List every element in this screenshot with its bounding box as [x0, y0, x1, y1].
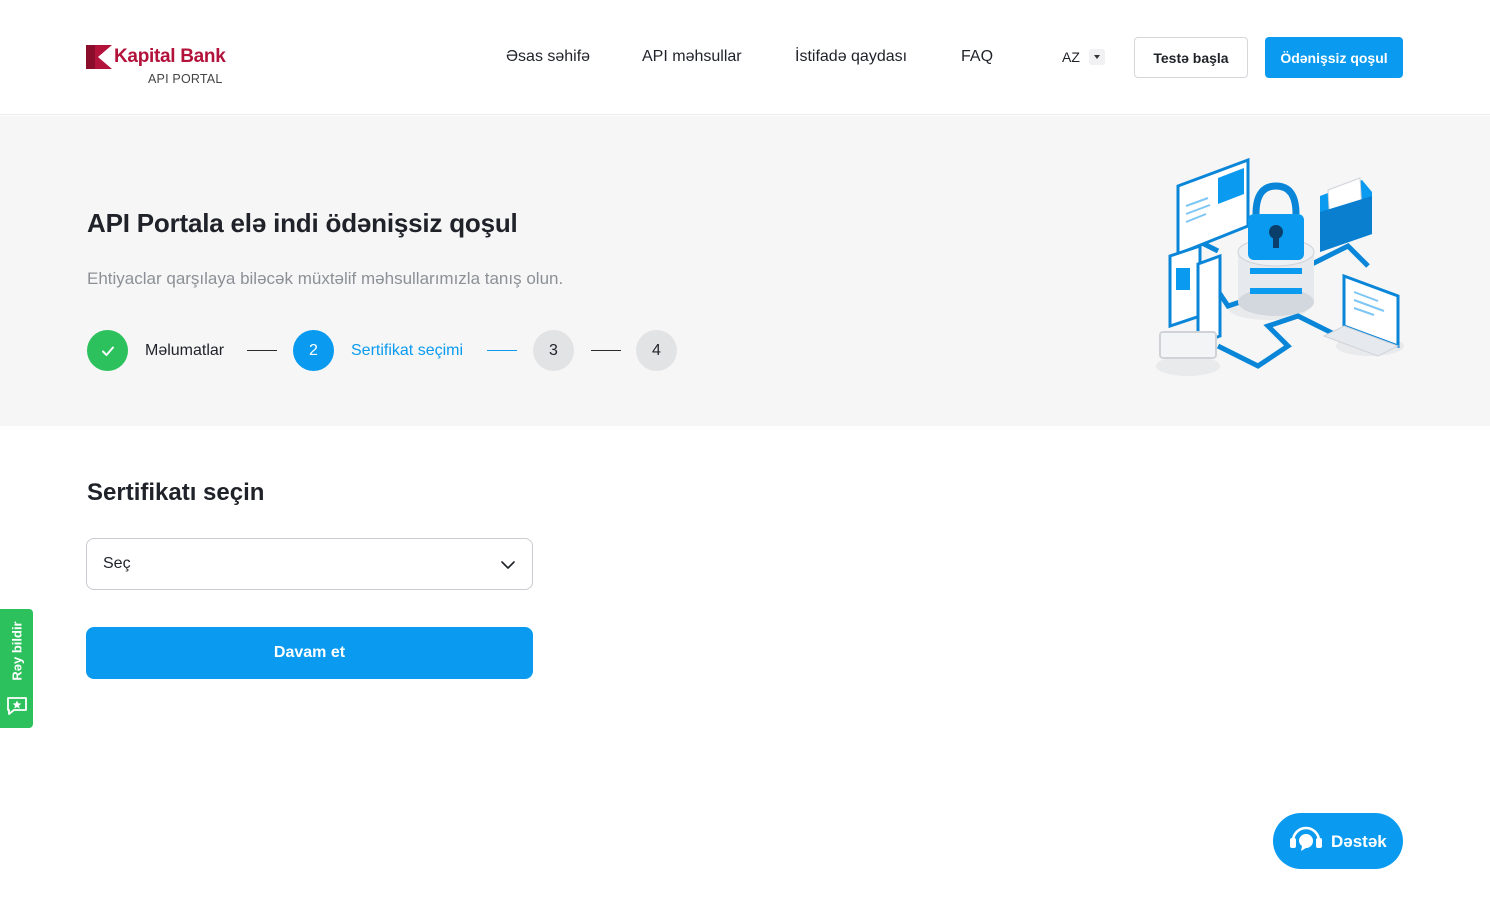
site-header: Kapital Bank API PORTAL Əsas səhifə API …	[0, 0, 1490, 115]
caret-down-icon	[1088, 49, 1105, 65]
step-1-label: Məlumatlar	[145, 342, 225, 359]
continue-button[interactable]: Davam et	[86, 627, 533, 679]
nav-item-usage-rules[interactable]: İstifadə qaydası	[795, 48, 907, 66]
language-label: AZ	[1062, 49, 1080, 65]
step-3-number: 3	[549, 341, 558, 359]
kapital-bank-logo[interactable]: Kapital Bank API PORTAL	[86, 44, 226, 88]
nav-item-home[interactable]: Əsas səhifə	[506, 48, 590, 66]
step-3: 3	[533, 330, 574, 371]
step-connector	[591, 350, 621, 351]
step-4-number: 4	[652, 341, 661, 359]
support-button[interactable]: Dəstək	[1273, 813, 1403, 869]
feedback-tab[interactable]: Rəy bildir	[0, 609, 33, 728]
free-signup-button[interactable]: Ödənişsiz qoşul	[1265, 37, 1403, 78]
brand-subtitle: API PORTAL	[148, 72, 223, 86]
nav-item-faq[interactable]: FAQ	[961, 48, 993, 66]
page-subtitle: Ehtiyaclar qarşılaya biləcək müxtəlif mə…	[87, 269, 564, 288]
step-1-done	[87, 330, 128, 371]
brand-name: Kapital Bank	[114, 46, 226, 67]
certificate-section-title: Sertifikatı seçin	[87, 479, 265, 506]
step-connector	[247, 350, 277, 351]
feedback-star-icon	[7, 697, 27, 715]
step-2-label: Sertifikat seçimi	[351, 342, 464, 359]
security-illustration-icon	[1156, 157, 1404, 376]
step-connector	[487, 350, 517, 351]
language-selector[interactable]: AZ	[1062, 49, 1105, 65]
page-title: API Portala elə indi ödənişsiz qoşul	[87, 208, 518, 238]
hero-section: API Portala elə indi ödənişsiz qoşul Eht…	[0, 116, 1490, 426]
feedback-label: Rəy bildir	[9, 621, 25, 681]
step-4: 4	[636, 330, 677, 371]
certificate-select[interactable]: Seç	[86, 538, 533, 590]
step-2-active: 2	[293, 330, 334, 371]
certificate-select-value: Seç	[103, 555, 131, 572]
support-label: Dəstək	[1331, 832, 1387, 851]
checkmark-icon	[101, 346, 114, 356]
nav-item-api-products[interactable]: API məhsullar	[642, 48, 742, 66]
step-2-number: 2	[309, 341, 318, 359]
start-test-button[interactable]: Testə başla	[1134, 37, 1248, 78]
chevron-down-icon	[501, 561, 515, 569]
kapital-bank-logo-mark-icon	[86, 45, 112, 69]
support-chat-icon	[1290, 826, 1322, 851]
